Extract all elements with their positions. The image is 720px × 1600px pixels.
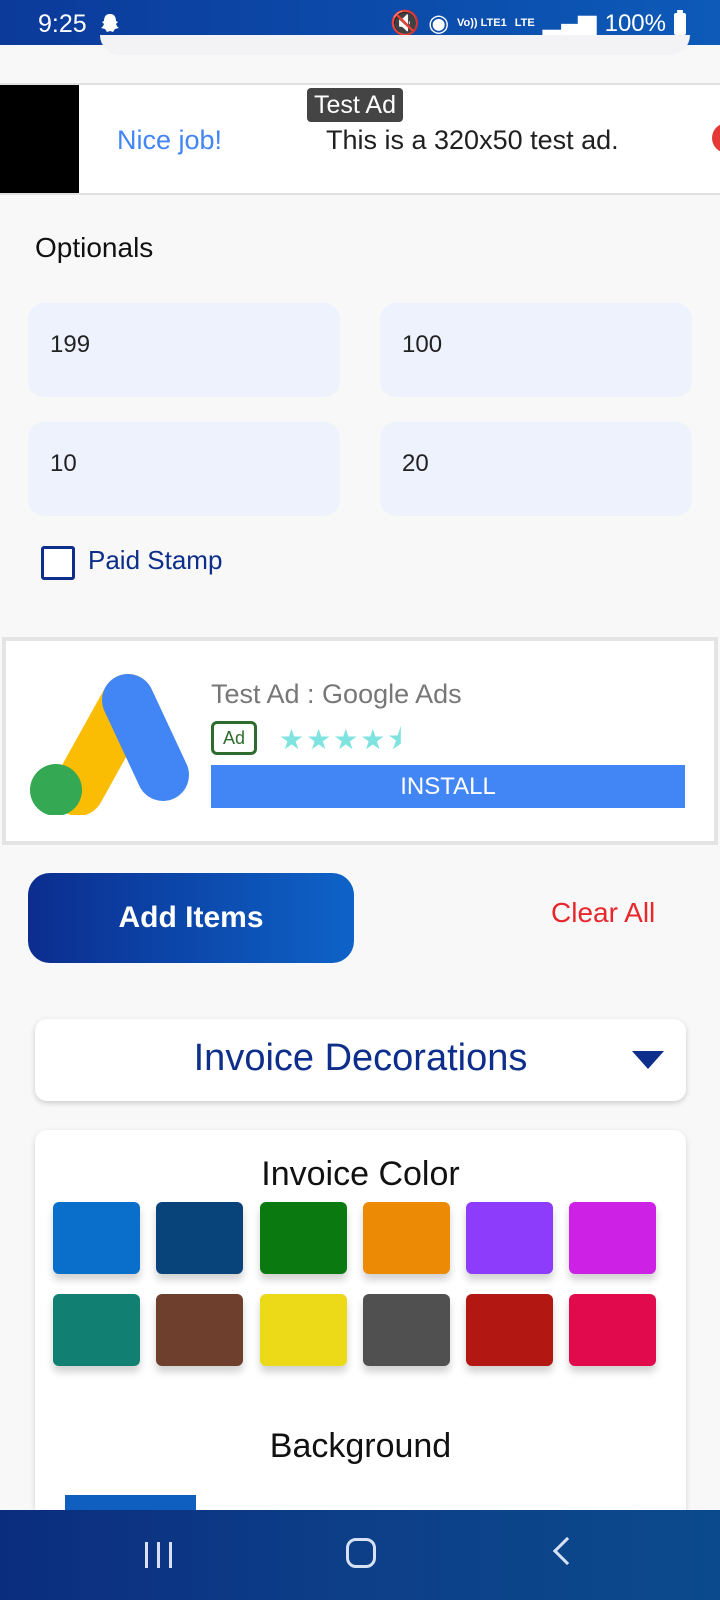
battery-icon: [674, 9, 686, 35]
color-swatch[interactable]: [156, 1294, 243, 1366]
optional-field-2[interactable]: 100: [380, 303, 692, 397]
color-swatch[interactable]: [466, 1202, 553, 1274]
status-time: 9:25: [38, 10, 87, 38]
recent-apps-icon[interactable]: [145, 1542, 173, 1568]
rating-stars-icon: ★★★★⯨: [279, 724, 405, 755]
signal-icon: ▂▄▆: [542, 10, 597, 37]
add-items-button[interactable]: Add Items: [28, 873, 354, 963]
mute-icon: 🔇: [390, 10, 421, 37]
hotspot-icon: ◉: [428, 10, 450, 37]
paid-stamp-label[interactable]: Paid Stamp: [88, 545, 222, 576]
banner-ad-text: This is a 320x50 test ad.: [326, 125, 619, 155]
navigation-bar: [0, 1510, 720, 1600]
native-ad-title: Test Ad : Google Ads: [211, 679, 462, 709]
google-ads-logo-icon: [30, 674, 189, 815]
invoice-color-title: Invoice Color: [261, 1155, 460, 1193]
snapchat-ghost-icon: [101, 14, 119, 32]
color-swatch[interactable]: [363, 1202, 450, 1274]
color-swatch[interactable]: [260, 1294, 347, 1366]
color-swatch[interactable]: [53, 1294, 140, 1366]
battery-percent: 100%: [604, 9, 666, 37]
banner-ad[interactable]: Nice job! This is a 320x50 test ad. Test…: [0, 83, 720, 195]
install-button[interactable]: INSTALL: [211, 765, 685, 808]
invoice-color-card: Invoice Color Background: [35, 1130, 686, 1515]
home-icon[interactable]: [346, 1538, 376, 1568]
ad-badge: Ad: [211, 721, 257, 755]
background-title: Background: [269, 1427, 452, 1465]
invoice-decorations-dropdown[interactable]: Invoice Decorations: [35, 1019, 686, 1101]
banner-ad-image: [0, 85, 79, 193]
color-swatch[interactable]: [156, 1202, 243, 1274]
network-type: LTE: [514, 17, 535, 29]
optional-field-1[interactable]: 199: [28, 303, 340, 397]
optionals-heading: Optionals: [35, 232, 154, 263]
optional-field-3[interactable]: 10: [28, 422, 340, 516]
invoice-decorations-title: Invoice Decorations: [193, 1037, 528, 1079]
color-swatch[interactable]: [53, 1202, 140, 1274]
back-icon[interactable]: [552, 1536, 582, 1566]
color-swatch[interactable]: [363, 1294, 450, 1366]
color-swatch[interactable]: [466, 1294, 553, 1366]
banner-ad-headline: Nice job!: [117, 125, 223, 155]
volte-indicator: Vo)) LTE1: [457, 17, 507, 29]
color-swatch[interactable]: [569, 1294, 656, 1366]
banner-ad-action-icon[interactable]: [712, 123, 720, 153]
color-swatch[interactable]: [569, 1202, 656, 1274]
app-bar-curve: [100, 35, 690, 55]
color-swatch[interactable]: [260, 1202, 347, 1274]
top-strip: [0, 35, 720, 83]
clear-all-button[interactable]: Clear All: [551, 897, 655, 929]
native-ad[interactable]: Test Ad : Google Ads Ad ★★★★⯨ INSTALL: [2, 637, 718, 845]
optional-field-4[interactable]: 20: [380, 422, 692, 516]
status-icons: 🔇 ◉ Vo)) LTE1 LTE ▂▄▆ 100%: [390, 9, 686, 38]
chevron-down-icon[interactable]: [632, 1051, 664, 1069]
paid-stamp-checkbox[interactable]: [41, 546, 75, 580]
banner-ad-label: Test Ad: [307, 88, 403, 122]
